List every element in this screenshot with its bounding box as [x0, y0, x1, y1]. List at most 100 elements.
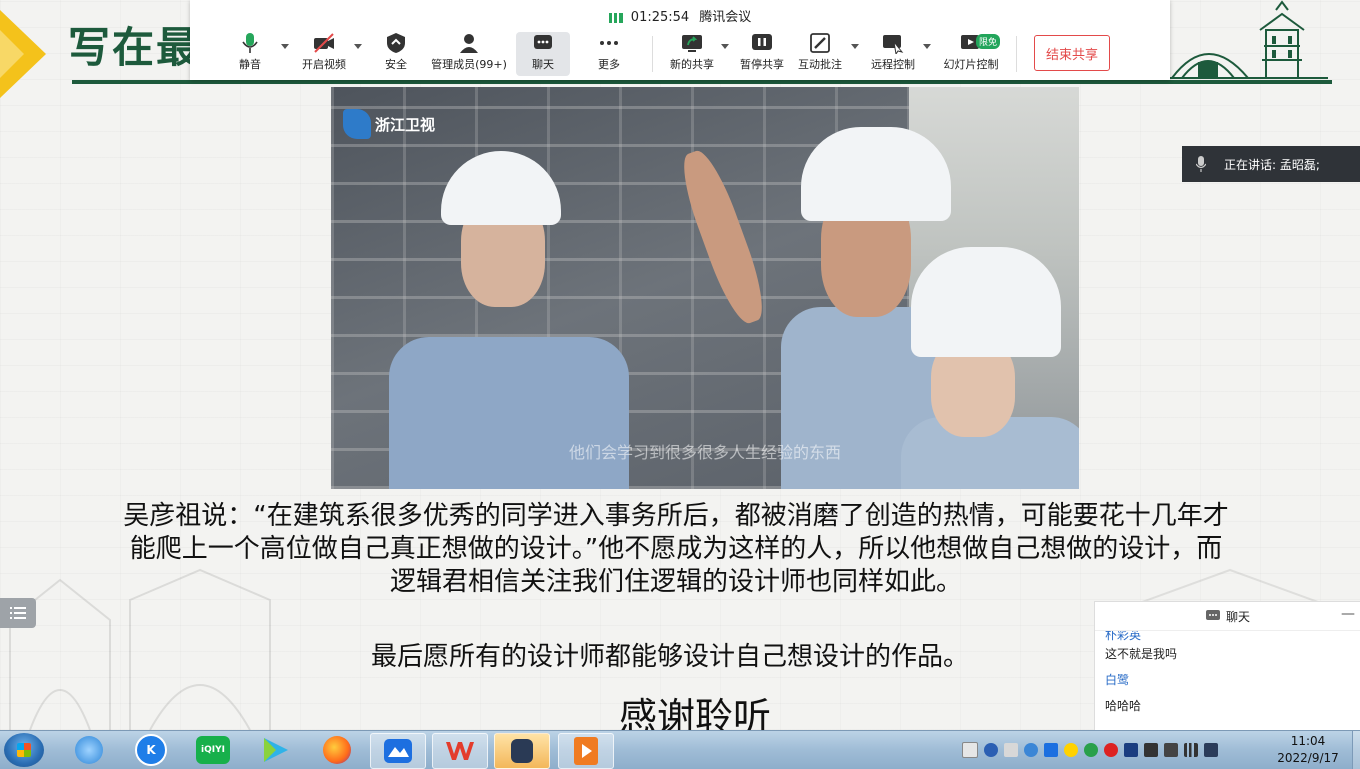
chat-message-sender: 白鹭 [1105, 673, 1130, 687]
taskbar-browser[interactable] [62, 733, 116, 767]
taskbar-video-player[interactable] [248, 733, 302, 767]
free-badge: 限免 [976, 34, 1001, 49]
usb-icon[interactable] [1004, 743, 1018, 757]
manage-members-button[interactable]: 管理成员(99+) [430, 32, 508, 76]
mute-label: 静音 [239, 58, 261, 71]
system-tray [962, 739, 1218, 761]
slide-title: 写在最 [68, 23, 201, 72]
security-button[interactable]: 安全 [378, 32, 414, 76]
kugou-label: K [146, 743, 156, 757]
ppt-icon [574, 737, 598, 765]
toolbar-divider [652, 36, 653, 72]
feishu-tray-icon[interactable] [1044, 743, 1058, 757]
iqiyi-label: iQIYI [201, 745, 225, 755]
security-label: 安全 [385, 58, 407, 71]
tv-channel-logo: 浙江卫视 [343, 109, 435, 139]
remote-control-label: 远程控制 [871, 58, 915, 71]
start-video-label: 开启视频 [302, 58, 346, 71]
cluster-icon[interactable] [1104, 743, 1118, 757]
meeting-status: 01:25:54 腾讯会议 [190, 6, 1170, 25]
windows-taskbar: K iQIYI 11:04 2022/9/17 [0, 730, 1360, 769]
mute-options-chevron-icon[interactable] [281, 44, 289, 49]
firefox-icon [323, 736, 351, 764]
shield-icon [387, 33, 405, 53]
tv-channel-name: 浙江卫视 [375, 115, 436, 134]
taskbar-powerpoint[interactable] [558, 733, 614, 769]
active-speaker-name: 正在讲话: 孟昭磊; [1224, 157, 1320, 172]
list-icon [10, 607, 26, 619]
meeting-toolbar: 01:25:54 腾讯会议 静音 开启视频 安全 管理成员(99+) 聊天 更多 … [190, 0, 1170, 80]
taskbar-wps[interactable] [432, 733, 488, 769]
chat-message-text: 哈哈哈 [1105, 699, 1142, 713]
active-speaker-indicator: 正在讲话: 孟昭磊; [1182, 146, 1360, 182]
windows-logo-icon [17, 743, 31, 757]
pause-icon [752, 34, 772, 50]
iqiyi-icon: iQIYI [196, 736, 230, 764]
chat-panel-title: 聊天 [1225, 609, 1250, 624]
meeting-timer: 01:25:54 [630, 10, 690, 25]
network-signal-icon[interactable] [1184, 743, 1198, 757]
person-icon [460, 34, 478, 53]
chat-panel: 聊天 — 朴彩英 这不就是我吗 白鹭 哈哈哈 [1094, 601, 1360, 732]
security-tray-icon[interactable] [1084, 743, 1098, 757]
wps-icon [446, 742, 474, 760]
slide-quote: 吴彦祖说：“在建筑系很多优秀的同学进入事务所后，都被消磨了创造的热情，可能要花十… [123, 501, 1229, 597]
toolbar-divider [1016, 36, 1017, 72]
minimize-chat-button[interactable]: — [1341, 606, 1355, 622]
title-underline [72, 80, 1332, 84]
chat-panel-header: 聊天 — [1095, 602, 1360, 631]
screen-share-icon [682, 35, 702, 52]
signal-icon [608, 12, 623, 23]
qq-icon[interactable] [1064, 743, 1078, 757]
start-video-button[interactable]: 开启视频 [298, 32, 350, 76]
pause-share-button[interactable]: 暂停共享 [738, 32, 786, 76]
taskbar-firefox[interactable] [310, 733, 364, 767]
end-share-button[interactable]: 结束共享 [1034, 35, 1110, 71]
system-clock[interactable]: 11:04 2022/9/17 [1270, 733, 1346, 767]
new-share-button[interactable]: 新的共享 [666, 32, 718, 76]
chat-bubble-icon [1205, 610, 1220, 620]
taskbar-feishu[interactable] [370, 733, 426, 769]
volume-icon[interactable] [1164, 743, 1178, 757]
remote-options-chevron-icon[interactable] [923, 44, 931, 49]
camera-off-icon [314, 33, 334, 53]
more-dots-icon [600, 41, 618, 45]
annotate-pen-icon [810, 33, 830, 53]
feishu-icon [384, 739, 412, 763]
slideshow-control-label: 幻灯片控制 [943, 58, 999, 71]
person-left-body [389, 337, 629, 489]
chat-button[interactable]: 聊天 [516, 32, 570, 76]
remote-control-button[interactable]: 远程控制 [868, 32, 918, 76]
taskbar-tencent-meeting[interactable] [494, 733, 550, 769]
clock-time: 11:04 [1290, 734, 1326, 748]
chat-message-text: 这不就是我吗 [1105, 647, 1178, 661]
taskbar-iqiyi[interactable]: iQIYI [186, 733, 240, 767]
mute-button[interactable]: 静音 [230, 32, 270, 76]
video-frame: 浙江卫视 他们会学习到很多很多人生经验的东西 [331, 87, 1079, 489]
share-options-chevron-icon[interactable] [721, 44, 729, 49]
browser-icon [75, 736, 103, 764]
help-icon[interactable] [984, 743, 998, 757]
tencent-meeting-icon [511, 739, 533, 763]
slide-list-toggle[interactable] [0, 598, 36, 628]
show-desktop-button[interactable] [1352, 731, 1360, 769]
cloud-icon[interactable] [1024, 743, 1038, 757]
more-button[interactable]: 更多 [590, 32, 628, 76]
video-options-chevron-icon[interactable] [354, 44, 362, 49]
annotate-button[interactable]: 互动批注 [796, 32, 844, 76]
annotate-options-chevron-icon[interactable] [851, 44, 859, 49]
clipboard-icon[interactable] [1144, 743, 1158, 757]
person-middle-helmet [801, 127, 951, 221]
display-icon[interactable] [1204, 743, 1218, 757]
manage-members-label: 管理成员(99+) [431, 58, 507, 71]
brand-triangle-inner [0, 30, 24, 78]
taskbar-kugou[interactable]: K [124, 733, 178, 767]
start-button[interactable] [4, 733, 44, 767]
new-share-label: 新的共享 [670, 58, 714, 71]
clock-date: 2022/9/17 [1277, 751, 1339, 765]
person-right-helmet [911, 247, 1061, 357]
speaking-microphone-icon [1196, 156, 1206, 172]
bluetooth-icon[interactable] [1124, 743, 1138, 757]
chat-label: 聊天 [532, 58, 554, 71]
keyboard-icon[interactable] [962, 742, 978, 758]
